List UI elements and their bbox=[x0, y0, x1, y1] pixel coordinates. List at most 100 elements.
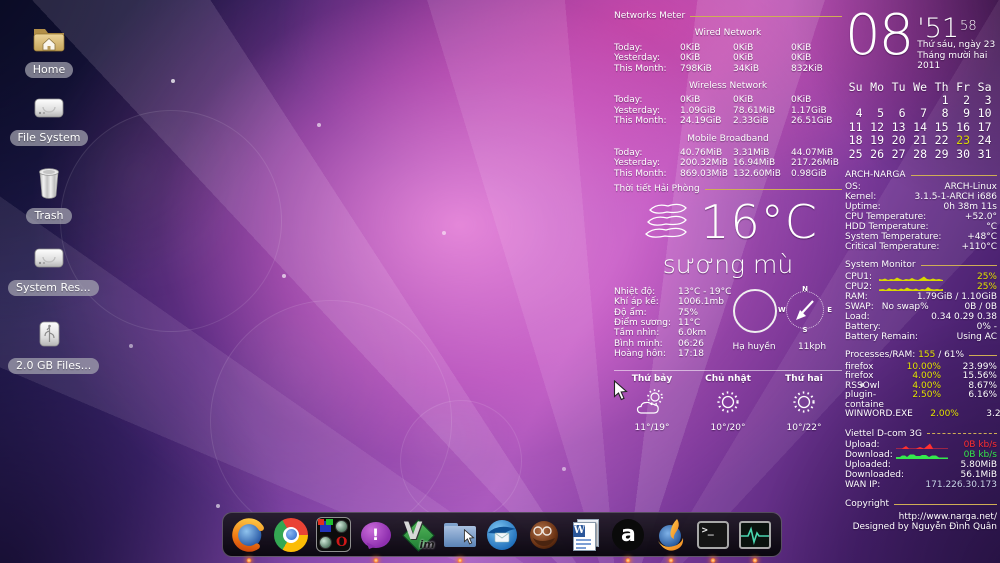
app-grid-icon: O bbox=[316, 517, 351, 552]
forecast-temps: 11°/19° bbox=[614, 423, 690, 433]
desktop-icon-system-reserved[interactable]: System Res... bbox=[8, 244, 90, 296]
download-rate: 0B kb/s bbox=[964, 451, 997, 461]
running-indicator bbox=[668, 558, 673, 563]
wind-arrow-icon bbox=[787, 292, 823, 328]
desktop-icon-home[interactable]: Home bbox=[8, 22, 90, 78]
wind-speed: 11kph bbox=[792, 342, 832, 352]
network-3g-title: Viettel D-com 3G bbox=[845, 429, 922, 439]
running-indicator bbox=[247, 558, 252, 563]
running-indicator bbox=[457, 558, 462, 563]
mobile-broadband-title: Mobile Broadband bbox=[614, 134, 842, 144]
net-row: Today:40.76MiB3.31MiB44.07MiB bbox=[614, 148, 842, 158]
system-monitor-title: System Monitor bbox=[845, 260, 916, 270]
heading-rule bbox=[690, 16, 842, 17]
fog-icon bbox=[638, 200, 694, 244]
net-row: Yesterday:0KiB0KiB0KiB bbox=[614, 53, 842, 63]
weather-title: Thời tiết Hải Phòng bbox=[614, 184, 700, 194]
clock-date: Thứ sáu, ngày 23 bbox=[917, 40, 997, 51]
moon-phase-label: Hạ huyền bbox=[718, 342, 790, 352]
net-row: Yesterday:200.32MiB16.94MiB217.26MiB bbox=[614, 158, 842, 168]
sun-icon bbox=[711, 387, 745, 417]
dock-app-grid[interactable]: O bbox=[313, 515, 353, 555]
copyright-url: http://www.narga.net/ bbox=[845, 512, 997, 522]
process-count: 155 bbox=[918, 350, 935, 360]
calendar: SuMoTuWeThFrSa 123 45678910 111213141516… bbox=[845, 81, 997, 161]
word-icon: W bbox=[573, 519, 599, 551]
desktop-icon-trash[interactable]: Trash bbox=[8, 166, 90, 224]
current-temperature: 16°C bbox=[700, 197, 818, 247]
copyright-title: Copyright bbox=[845, 499, 889, 509]
heading-rule bbox=[927, 433, 997, 434]
dock-notification[interactable]: ! bbox=[356, 515, 396, 555]
net-row: Yesterday:1.09GiB78.61MiB1.17GiB bbox=[614, 106, 842, 116]
notification-bubble-icon: ! bbox=[361, 522, 391, 548]
forecast-temps: 10°/20° bbox=[690, 423, 766, 433]
dock-word[interactable]: W bbox=[566, 515, 606, 555]
conky-networks-weather: Networks Meter Wired Network Today:0KiB0… bbox=[614, 6, 842, 433]
heading-rule bbox=[969, 355, 997, 356]
dock-firefox[interactable] bbox=[229, 515, 269, 555]
forecast-day: Thứ hai bbox=[766, 374, 842, 384]
amarok-icon: a bbox=[612, 519, 644, 551]
dock-terminal[interactable]: >_ bbox=[693, 515, 733, 555]
dock-vim[interactable]: Vim bbox=[398, 515, 438, 555]
firefox-icon bbox=[231, 517, 267, 553]
heading-rule bbox=[911, 175, 997, 176]
desktop-icon-label: Trash bbox=[26, 208, 71, 224]
dock-chrome[interactable] bbox=[271, 515, 311, 555]
swoosh-browser-icon bbox=[653, 517, 689, 553]
desktop: { "colors":{"heading_line":"#cfae55","ac… bbox=[0, 0, 1000, 563]
wind-compass-icon: N W E S bbox=[786, 291, 824, 329]
clock-hour: 08 bbox=[845, 14, 912, 72]
net-row: This Month:798KiB34KiB832KiB bbox=[614, 64, 842, 74]
dock-file-manager[interactable] bbox=[440, 515, 480, 555]
dock: O ! Vim bbox=[222, 512, 782, 557]
net-row: This Month:869.03MiB132.60MiB0.98GiB bbox=[614, 169, 842, 179]
terminal-icon: >_ bbox=[697, 521, 729, 549]
net-row: Today:0KiB0KiB0KiB bbox=[614, 95, 842, 105]
mouse-cursor bbox=[613, 380, 628, 401]
forecast-day: Chủ nhật bbox=[690, 374, 766, 384]
desktop-icon-label: File System bbox=[10, 130, 89, 146]
copyright-author: Designed by Nguyễn Đình Quân bbox=[845, 522, 997, 532]
file-manager-icon bbox=[444, 523, 476, 547]
clock-second: 58 bbox=[960, 19, 977, 34]
calendar-today: 23 bbox=[953, 134, 975, 147]
wireless-network-title: Wireless Network bbox=[614, 81, 842, 91]
upload-graph bbox=[896, 442, 948, 449]
clock: 08 '5158 Thứ sáu, ngày 23 Tháng mười hai… bbox=[845, 14, 997, 72]
clock-minute: '5158 bbox=[917, 15, 997, 40]
dock-system-monitor[interactable] bbox=[735, 515, 775, 555]
moon-phase-icon bbox=[733, 289, 777, 333]
weather-condition: sương mù bbox=[614, 251, 842, 279]
processes-title: Processes/RAM: 155 / 61% bbox=[845, 350, 964, 360]
desktop-icon-label: 2.0 GB Files... bbox=[8, 358, 99, 374]
desktop-icon-label: System Res... bbox=[8, 280, 99, 296]
forecast-temps: 10°/22° bbox=[766, 423, 842, 433]
heading-rule bbox=[705, 189, 842, 190]
heading-rule bbox=[921, 265, 997, 266]
vim-icon: Vim bbox=[401, 518, 435, 552]
dock-swoosh-browser[interactable] bbox=[651, 515, 691, 555]
desktop-icon-label: Home bbox=[25, 62, 73, 78]
forecast: Thứ bảy 11°/19° Chủ nhật 10°/20° Thứ hai… bbox=[614, 374, 842, 433]
home-folder-icon bbox=[30, 22, 68, 54]
cpu2-graph bbox=[879, 284, 943, 291]
running-indicator bbox=[752, 558, 757, 563]
cpu1-graph bbox=[879, 274, 943, 281]
running-indicator bbox=[373, 558, 378, 563]
wallpaper-bubble bbox=[60, 110, 282, 332]
networks-meter-title: Networks Meter bbox=[614, 11, 685, 21]
net-row: Today:0KiB0KiB0KiB bbox=[614, 43, 842, 53]
desktop-icon-file-system[interactable]: File System bbox=[8, 94, 90, 146]
dock-rssowl[interactable] bbox=[524, 515, 564, 555]
thunderbird-icon bbox=[484, 517, 520, 553]
clock-month-year: Tháng mười hai 2011 bbox=[917, 51, 997, 72]
dock-amarok[interactable]: a bbox=[608, 515, 648, 555]
net-row: This Month:24.19GiB2.33GiB26.51GiB bbox=[614, 116, 842, 126]
weather-details: Nhiệt độ:13°C - 19°C Khí áp kế:1006.1mb … bbox=[614, 287, 842, 361]
system-info-title: ARCH-NARGA bbox=[845, 170, 906, 180]
dock-thunderbird[interactable] bbox=[482, 515, 522, 555]
desktop-icon-usb-volume[interactable]: 2.0 GB Files... bbox=[8, 318, 90, 374]
wallpaper-stars bbox=[0, 0, 2, 2]
